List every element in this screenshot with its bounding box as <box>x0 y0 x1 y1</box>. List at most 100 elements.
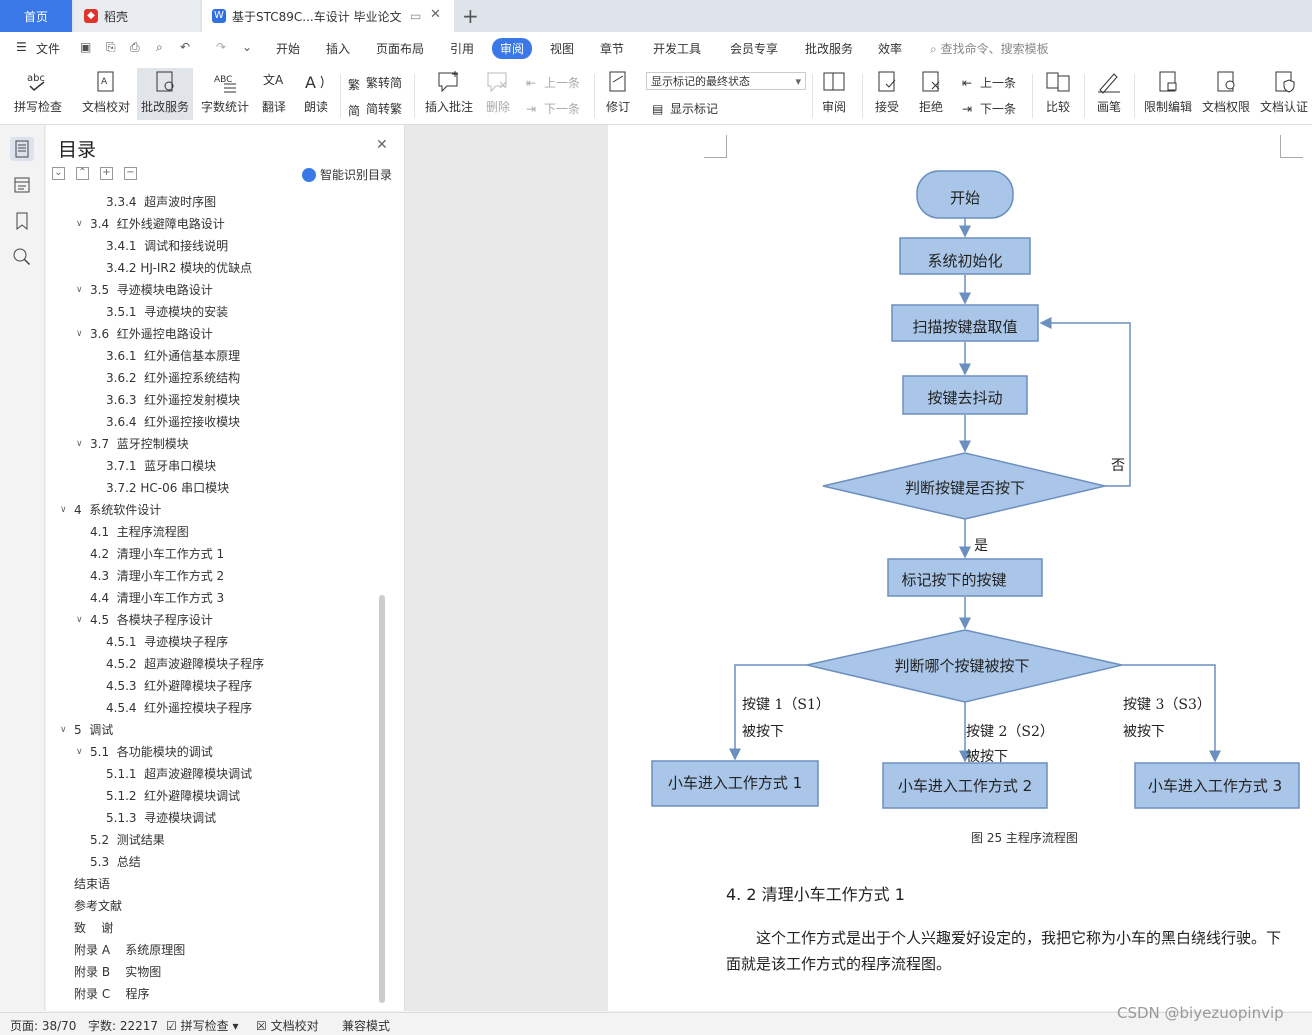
tab-home[interactable]: 首页 <box>0 0 72 32</box>
next-change-button[interactable]: ⇥ 下一条 <box>962 100 1016 117</box>
revise-button[interactable]: 修订 <box>600 70 636 115</box>
close-tab-icon[interactable]: ✕ <box>430 7 441 22</box>
toc-item[interactable]: 4.5.2 超声波避障模块子程序 <box>106 653 264 675</box>
toc-item[interactable]: 3.7 蓝牙控制模块 <box>90 433 189 455</box>
translate-button[interactable]: 文A 翻译 <box>256 70 292 115</box>
toc-item[interactable]: 3.6.3 红外遥控发射模块 <box>106 389 240 411</box>
toc-nav-icon[interactable] <box>10 137 34 161</box>
menu-review[interactable]: 审阅 <box>492 38 533 59</box>
simp-to-trad-button[interactable]: 简简转繁 <box>348 100 402 118</box>
more-quick-icon[interactable]: ⌄ <box>242 40 252 54</box>
chevron-down-icon[interactable]: ∨ <box>76 219 83 229</box>
bookmark-icon[interactable] <box>10 209 34 233</box>
smart-toc-button[interactable]: 智能识别目录 <box>302 166 392 183</box>
redo-icon[interactable]: ↷ <box>216 40 226 54</box>
correct-service-button[interactable]: 批改服务 <box>137 68 193 120</box>
undo-icon[interactable]: ↶ <box>180 40 190 54</box>
toc-item[interactable]: 5 调试 <box>74 719 113 741</box>
pin-icon[interactable]: ▭ <box>410 9 421 23</box>
toc-item[interactable]: 3.3.4 超声波时序图 <box>106 191 216 213</box>
menu-insert[interactable]: 插入 <box>326 40 350 57</box>
toc-item[interactable]: 4.5.4 红外遥控模块子程序 <box>106 697 252 719</box>
menu-efficiency[interactable]: 效率 <box>878 40 902 57</box>
export-pdf-icon[interactable]: ⎘ <box>106 40 116 55</box>
command-search[interactable]: ⌕ 查找命令、搜索模板 <box>930 40 1049 57</box>
toc-item[interactable]: 3.7.2 HC-06 串口模块 <box>106 477 229 499</box>
prev-change-button[interactable]: ⇤ 上一条 <box>962 74 1016 91</box>
toc-item[interactable]: 3.5 寻迹模块电路设计 <box>90 279 213 301</box>
menu-start[interactable]: 开始 <box>276 40 300 57</box>
word-count-indicator[interactable]: 字数: 22217 <box>88 1017 158 1034</box>
toc-item[interactable]: 5.1.3 寻迹模块调试 <box>106 807 216 829</box>
next-comment-button[interactable]: ⇥ 下一条 <box>526 100 580 117</box>
chevron-down-icon[interactable]: ∨ <box>60 505 67 515</box>
collapse-all-icon[interactable]: ⌄ <box>52 167 65 180</box>
toc-item[interactable]: 4.5 各模块子程序设计 <box>90 609 213 631</box>
pen-button[interactable]: 画笔 <box>1090 70 1128 115</box>
toc-item[interactable]: 3.5.1 寻迹模块的安装 <box>106 301 228 323</box>
expand-up-icon[interactable]: ⌃ <box>76 167 89 180</box>
proof-button[interactable]: A 文档校对 <box>78 70 134 115</box>
menu-reference[interactable]: 引用 <box>450 40 474 57</box>
print-preview-icon[interactable]: ⌕ <box>156 40 163 55</box>
menu-file[interactable]: 文件 <box>36 40 60 57</box>
read-aloud-button[interactable]: A 朗读 <box>300 70 332 115</box>
toc-item[interactable]: 5.3 总结 <box>90 851 141 873</box>
chevron-down-icon[interactable]: ∨ <box>76 329 83 339</box>
chapter-nav-icon[interactable] <box>10 173 34 197</box>
toc-item[interactable]: 4.5.3 红外避障模块子程序 <box>106 675 252 697</box>
toc-item[interactable]: 5.1.2 红外避障模块调试 <box>106 785 240 807</box>
status-proof[interactable]: ☒ 文档校对 <box>256 1017 319 1034</box>
word-count-button[interactable]: ABC 字数统计 <box>197 70 253 115</box>
toc-item[interactable]: 附录 C 程序 <box>74 983 149 1005</box>
print-icon[interactable]: ⎙ <box>130 40 140 55</box>
compare-button[interactable]: 比较 <box>1038 70 1078 115</box>
toc-item[interactable]: 5.1.1 超声波避障模块调试 <box>106 763 252 785</box>
toc-item[interactable]: 3.4 红外线避障电路设计 <box>90 213 225 235</box>
prev-comment-button[interactable]: ⇤ 上一条 <box>526 74 580 91</box>
toc-item[interactable]: 附录 A 系统原理图 <box>74 939 185 961</box>
status-spell-check[interactable]: ☑ 拼写检查 ▾ <box>166 1017 238 1034</box>
menu-chapter[interactable]: 章节 <box>600 40 624 57</box>
accept-button[interactable]: 接受 <box>868 70 906 115</box>
show-markup-button[interactable]: ▤ 显示标记 <box>652 100 718 117</box>
toc-item[interactable]: 5.1 各功能模块的调试 <box>90 741 213 763</box>
chevron-down-icon[interactable]: ∨ <box>60 725 67 735</box>
toc-item[interactable]: 3.7.1 蓝牙串口模块 <box>106 455 216 477</box>
toc-item[interactable]: 3.6.1 红外通信基本原理 <box>106 345 240 367</box>
document-page[interactable]: 开始 系统初始化 扫描按键盘取值 按键去抖动 判断按键是否按下 标记按下的按键 … <box>608 125 1312 1011</box>
toc-item[interactable]: 3.4.2 HJ-IR2 模块的优缺点 <box>106 257 252 279</box>
toc-item[interactable]: 4.4 清理小车工作方式 3 <box>90 587 224 609</box>
toc-item[interactable]: 4.5.1 寻迹模块子程序 <box>106 631 228 653</box>
menu-developer[interactable]: 开发工具 <box>653 40 701 57</box>
menu-correction[interactable]: 批改服务 <box>805 40 853 57</box>
toc-item[interactable]: 5.2 测试结果 <box>90 829 165 851</box>
page-indicator[interactable]: 页面: 38/70 <box>10 1017 76 1034</box>
chevron-down-icon[interactable]: ∨ <box>76 285 83 295</box>
toc-item[interactable]: 致 谢 <box>74 917 113 939</box>
chevron-down-icon[interactable]: ∨ <box>76 439 83 449</box>
chevron-down-icon[interactable]: ∨ <box>76 615 83 625</box>
save-icon[interactable]: ▣ <box>80 40 91 54</box>
reject-button[interactable]: 拒绝 <box>912 70 950 115</box>
close-icon[interactable]: ✕ <box>376 137 388 153</box>
toc-item[interactable]: 参考文献 <box>74 895 122 917</box>
restrict-edit-button[interactable]: 限制编辑 <box>1140 70 1196 115</box>
toc-item[interactable]: 3.6 红外遥控电路设计 <box>90 323 213 345</box>
toc-item[interactable]: 3.6.4 红外遥控接收模块 <box>106 411 240 433</box>
new-tab-icon[interactable]: + <box>462 4 479 28</box>
toc-item[interactable]: 4.3 清理小车工作方式 2 <box>90 565 224 587</box>
remove-level-icon[interactable]: − <box>124 167 137 180</box>
toc-item[interactable]: 4.1 主程序流程图 <box>90 521 189 543</box>
menu-member[interactable]: 会员专享 <box>730 40 778 57</box>
toc-scrollbar[interactable] <box>379 595 385 1003</box>
tab-daoke[interactable]: ◆ 稻壳 <box>74 0 200 32</box>
menu-page-layout[interactable]: 页面布局 <box>376 40 424 57</box>
toc-item[interactable]: 4.2 清理小车工作方式 1 <box>90 543 224 565</box>
spell-check-button[interactable]: abc 拼写检查 <box>8 70 68 115</box>
doc-permission-button[interactable]: 文档权限 <box>1198 70 1254 115</box>
markup-state-select[interactable]: 显示标记的最终状态 ▾ <box>646 72 806 90</box>
delete-comment-button[interactable]: 删除 <box>480 70 516 115</box>
toc-item[interactable]: 结束语 <box>74 873 110 895</box>
toc-item[interactable]: 3.6.2 红外遥控系统结构 <box>106 367 240 389</box>
